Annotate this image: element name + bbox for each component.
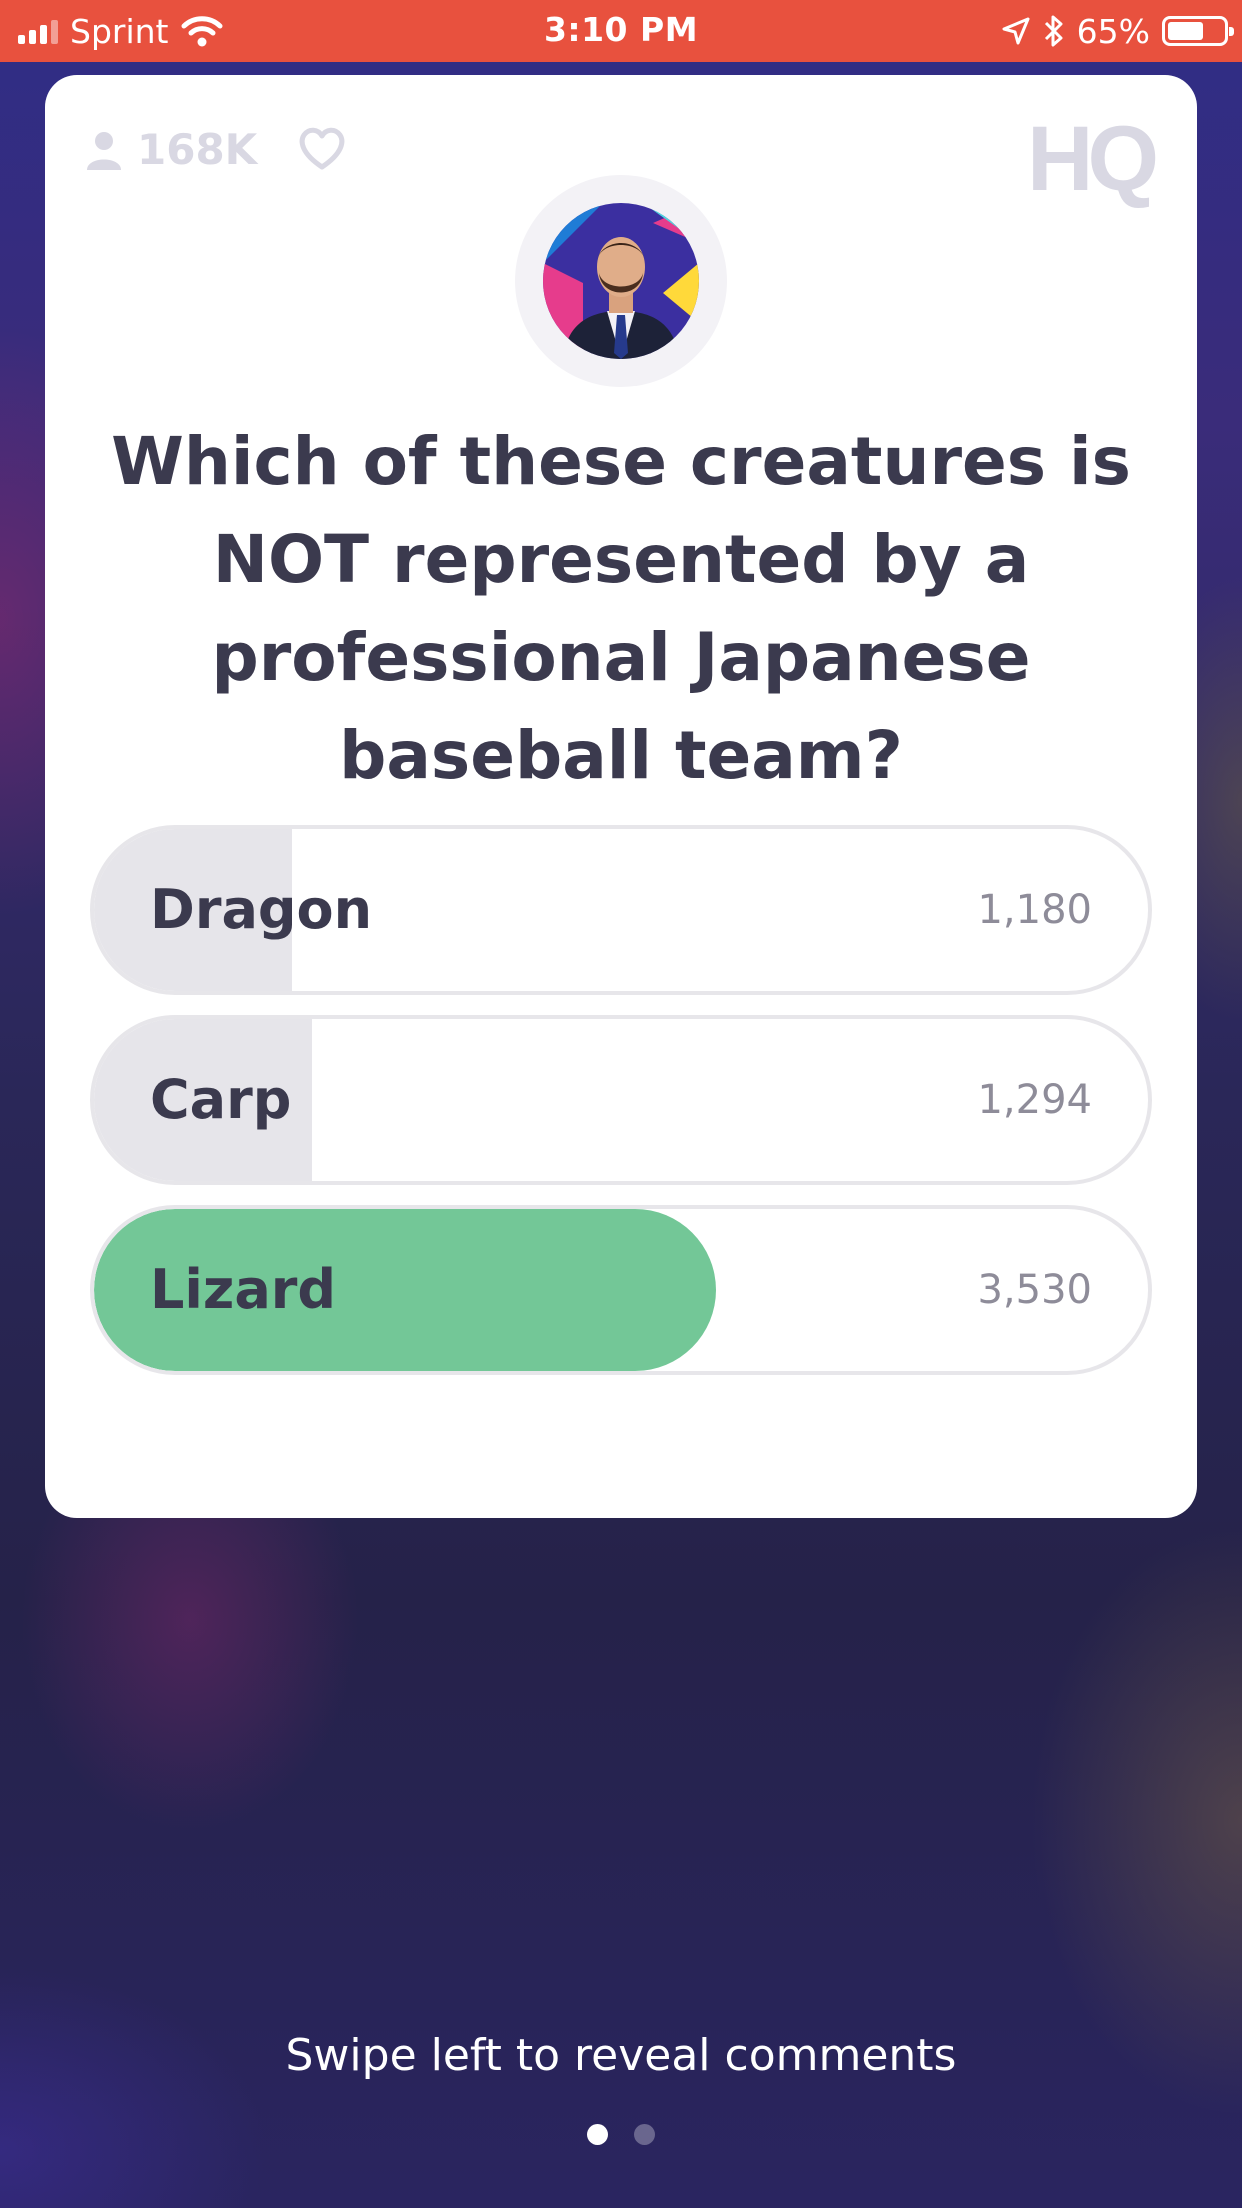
status-bar: Sprint 3:10 PM 65% <box>0 0 1242 62</box>
swipe-hint: Swipe left to reveal comments <box>285 2030 957 2081</box>
page-indicator[interactable] <box>0 2124 1242 2145</box>
answer-option[interactable]: Carp 1,294 <box>90 1015 1152 1185</box>
status-right: 65% <box>1001 8 1234 54</box>
host-avatar-image <box>543 203 699 359</box>
answer-count: 1,294 <box>977 1077 1092 1123</box>
heart-icon[interactable] <box>297 125 347 171</box>
battery-percent: 65% <box>1076 11 1150 51</box>
question-card: 168K HQ Which of these creatures is NOT … <box>45 75 1197 1518</box>
location-arrow-icon <box>1002 17 1030 45</box>
hq-logo: HQ <box>1027 108 1159 210</box>
bluetooth-icon <box>1044 15 1063 47</box>
battery-icon <box>1162 16 1234 46</box>
person-icon <box>87 131 121 170</box>
answer-option[interactable]: Dragon 1,180 <box>90 825 1152 995</box>
viewer-count-label: 168K <box>137 125 258 174</box>
page-dot[interactable] <box>587 2124 608 2145</box>
answer-label: Carp <box>150 1068 292 1131</box>
answer-count: 1,180 <box>977 887 1092 933</box>
viewer-count: 168K <box>85 125 257 174</box>
answer-label: Lizard <box>150 1258 337 1321</box>
answer-label: Dragon <box>150 878 373 941</box>
answer-count: 3,530 <box>977 1267 1092 1313</box>
host-avatar <box>515 175 727 387</box>
question-text: Which of these creatures is NOT represen… <box>111 423 1131 794</box>
answer-option[interactable]: Lizard 3,530 <box>90 1205 1152 1375</box>
page-dot[interactable] <box>634 2124 655 2145</box>
